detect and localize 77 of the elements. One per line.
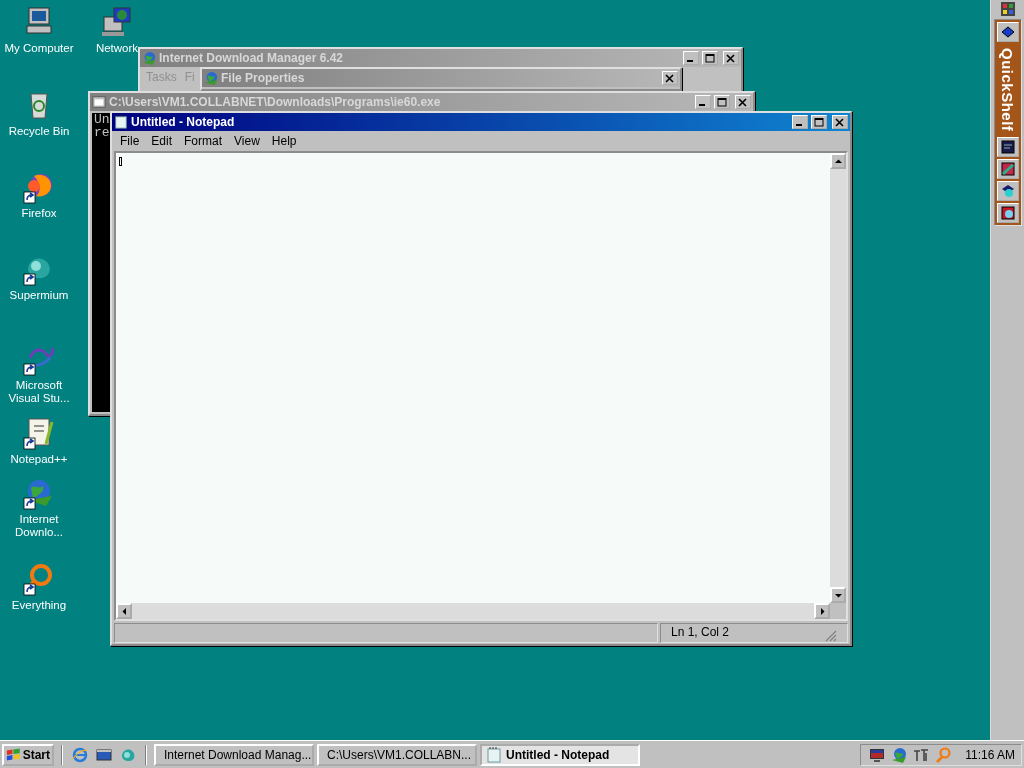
maximize-button[interactable] <box>811 115 827 129</box>
taskbar-button[interactable]: Internet Download Manag... <box>154 743 314 766</box>
notepad-icon <box>114 115 128 129</box>
console-window-icon <box>92 95 106 109</box>
desktop-icon-label[interactable]: Everything <box>11 599 67 612</box>
panel-icon <box>999 139 1016 156</box>
browser-e-icon <box>72 746 88 763</box>
notepad-pen-icon[interactable] <box>22 416 56 450</box>
close-icon <box>726 53 736 63</box>
menu-item[interactable]: Format <box>178 134 229 148</box>
window-title: Internet Download Manager 6.42 <box>159 51 345 65</box>
scroll-down-button[interactable] <box>830 587 846 603</box>
window-title: File Properties <box>221 71 306 85</box>
close-button[interactable] <box>662 71 678 85</box>
minimize-icon <box>796 124 802 126</box>
maximize-button[interactable] <box>702 51 718 65</box>
scroll-left-button[interactable] <box>116 603 132 619</box>
menu-item[interactable]: View <box>228 134 266 148</box>
minimize-button[interactable] <box>683 51 699 65</box>
window-title: C:\Users\VM1.COLLABNET\Downloads\Programs\ie60.exe <box>109 95 442 109</box>
scroll-up-button[interactable] <box>830 153 846 169</box>
scroll-right-button[interactable] <box>814 603 830 619</box>
maximize-icon <box>705 53 715 63</box>
menu-item[interactable]: Help <box>265 134 303 148</box>
down-arrow-icon <box>834 591 842 599</box>
left-arrow-icon <box>120 607 128 615</box>
console-text: re <box>93 126 110 139</box>
close-icon <box>665 73 675 83</box>
shelf-button[interactable] <box>996 137 1019 158</box>
text-caret <box>119 157 122 166</box>
vertical-scrollbar[interactable] <box>830 153 846 603</box>
minimize-icon <box>699 104 705 106</box>
desktop-icon-label[interactable]: Notepad++ <box>10 453 68 466</box>
start-button[interactable]: Start <box>2 743 54 766</box>
horizontal-scrollbar[interactable] <box>116 603 830 619</box>
maximize-icon <box>814 117 824 127</box>
menu-item[interactable]: Edit <box>145 134 179 148</box>
shelf-menu-icon[interactable] <box>999 1 1016 17</box>
network-computer-icon[interactable] <box>100 5 134 39</box>
close-icon <box>835 117 845 127</box>
fonts-icon[interactable] <box>913 746 930 763</box>
shelf-title: QuickShelf <box>999 47 1016 134</box>
shelf-button[interactable] <box>996 203 1019 224</box>
desktop-icon-label[interactable]: Recycle Bin <box>8 125 70 138</box>
maximize-button[interactable] <box>714 95 730 109</box>
shelf-button[interactable] <box>996 181 1019 202</box>
close-button[interactable] <box>723 51 739 65</box>
minimize-button[interactable] <box>695 95 711 109</box>
desktop-icon-label[interactable]: Supermium <box>9 289 69 302</box>
display-icon[interactable] <box>869 746 886 763</box>
close-button[interactable] <box>832 115 848 129</box>
taskbar-button[interactable]: C:\Users\VM1.COLLABN... <box>317 743 477 766</box>
close-button[interactable] <box>735 95 751 109</box>
diamond-icon <box>999 24 1016 40</box>
desktop-icon-label[interactable]: My Computer <box>4 42 74 55</box>
desktop-icon-label[interactable]: Network <box>95 42 139 55</box>
close-icon <box>738 97 748 107</box>
up-arrow-icon <box>834 157 842 165</box>
desktop-icon-label[interactable]: Microsoft Visual Stu... <box>2 379 76 405</box>
windows-flag-icon <box>6 747 21 762</box>
right-arrow-icon <box>818 607 826 615</box>
shelf-button[interactable] <box>996 22 1019 42</box>
resize-grip-icon[interactable] <box>825 630 837 642</box>
taskbar-button[interactable]: Untitled - Notepad <box>480 743 640 766</box>
desktop-icon-label[interactable]: Internet Downlo... <box>2 513 76 539</box>
window-title: Untitled - Notepad <box>131 115 236 129</box>
minimize-button[interactable] <box>792 115 808 129</box>
notepad-icon <box>486 746 502 763</box>
maximize-icon <box>717 97 727 107</box>
desktop-icon <box>96 746 112 763</box>
minimize-icon <box>687 60 693 62</box>
shelf-button[interactable] <box>996 159 1019 180</box>
clock: 11:16 AM <box>965 747 1015 762</box>
console-text: Un <box>93 113 110 126</box>
menu-item[interactable]: File <box>114 134 146 148</box>
cursor-position: Ln 1, Col 2 <box>671 624 730 641</box>
desktop-icon-label[interactable]: Firefox <box>21 207 57 220</box>
